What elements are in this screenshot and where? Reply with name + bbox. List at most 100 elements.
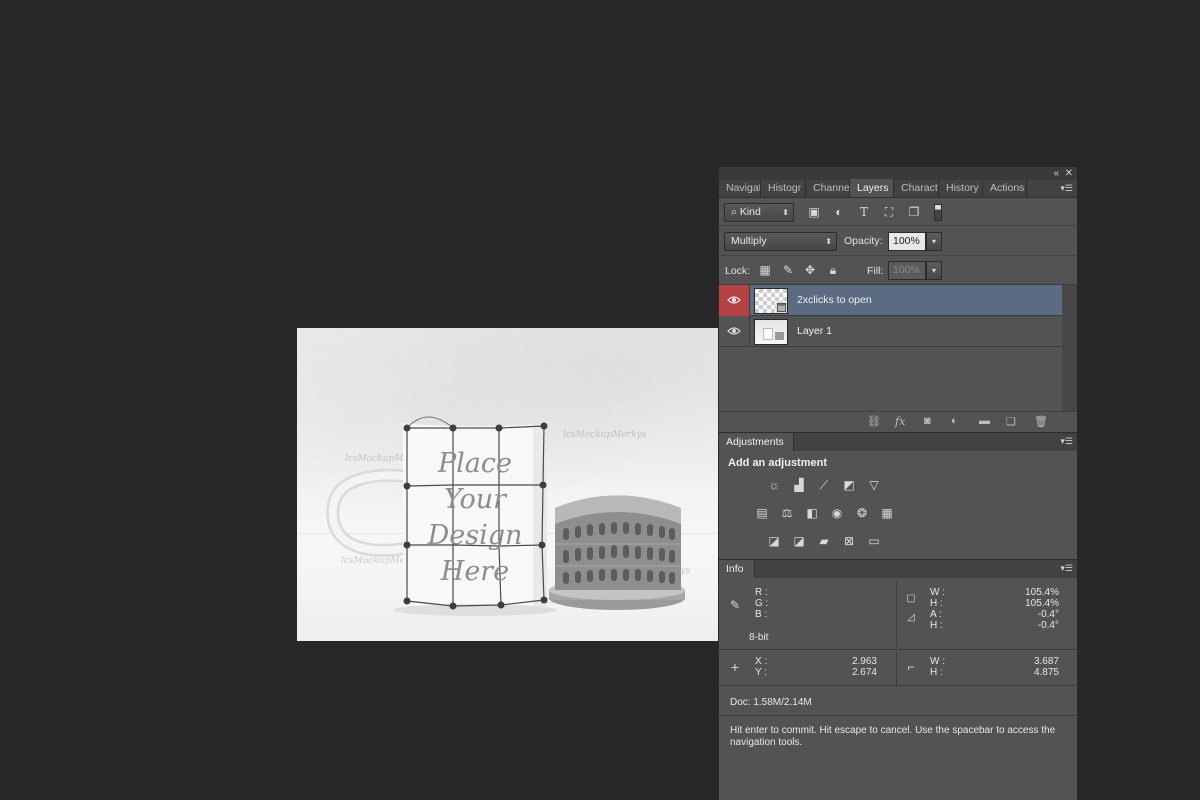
posterize-icon[interactable]: ◪ [791, 533, 807, 549]
delete-layer-icon[interactable]: 🗑︎ [1034, 415, 1048, 428]
thumbnail-mug [763, 328, 773, 340]
lock-position-icon[interactable]: ✥ [802, 262, 818, 278]
panel-menu-icon[interactable]: ▾☰ [1060, 436, 1073, 447]
channel-mixer-icon[interactable]: ❂ [854, 505, 870, 521]
layer-name[interactable]: Layer 1 [797, 325, 832, 337]
new-group-icon[interactable]: ▬ [979, 415, 990, 427]
transform-skew-label: H : [930, 620, 943, 631]
shape-filter-icon[interactable]: ⛶ [881, 204, 897, 220]
crosshair-icon: + [730, 659, 740, 675]
tab-history[interactable]: History [939, 179, 983, 197]
visibility-toggle[interactable] [719, 316, 750, 347]
tab-histogram[interactable]: Histogr [761, 179, 806, 197]
panel-menu-icon[interactable]: ▾☰ [1060, 563, 1073, 574]
selection-size-icon: ⌐ [907, 660, 915, 674]
transform-w-value: 105.4% [1025, 587, 1059, 598]
opacity-slider-button[interactable]: ▾ [926, 232, 942, 251]
rotate-icon: ◿ [907, 612, 915, 623]
tool-hint: Hit enter to commit. Hit escape to cance… [730, 725, 1056, 748]
smart-object-filter-icon[interactable]: ❐ [906, 204, 922, 220]
info-y-label: Y : [755, 667, 768, 678]
vibrance-icon[interactable]: ▽ [866, 477, 882, 493]
layer-row-smart-object[interactable]: ▤ 2xclicks to open [719, 285, 1063, 316]
panel-menu-icon[interactable]: ▾☰ [1060, 183, 1073, 194]
curves-icon[interactable]: ⟋ [816, 477, 832, 493]
threshold-icon[interactable]: ▰ [816, 533, 832, 549]
info-divider [896, 651, 897, 685]
layer-filter-row: ⌕ Kind ⬍ ▣ ◐ T ⛶ ❐ [719, 198, 1077, 226]
lock-transparent-pixels-icon[interactable]: ▦ [757, 262, 773, 278]
info-divider [719, 715, 1077, 716]
collapse-panels-icon[interactable]: « [1053, 167, 1059, 180]
levels-icon[interactable]: ▟ [791, 477, 807, 493]
fill-slider-button[interactable]: ▾ [926, 261, 942, 280]
visibility-toggle[interactable] [719, 285, 750, 316]
tab-layers[interactable]: Layers [850, 179, 894, 197]
eye-icon [727, 296, 741, 304]
tab-channels[interactable]: Channel [806, 179, 850, 197]
lock-image-pixels-icon[interactable]: ✎ [780, 262, 796, 278]
transform-angle-value: -0.4° [1037, 609, 1059, 620]
mockup-word: Here [440, 556, 510, 587]
smart-object-badge-icon: ▤ [776, 302, 787, 313]
filter-kind-dropdown[interactable]: ⌕ Kind ⬍ [724, 203, 794, 222]
type-filter-icon[interactable]: T [856, 204, 872, 220]
blend-mode-value: Multiply [731, 235, 767, 247]
adjustment-filter-icon[interactable]: ◐ [831, 204, 847, 220]
new-layer-icon[interactable]: ❏ [1006, 415, 1016, 428]
info-r-label: R : [755, 587, 768, 598]
mockup-word: Your [443, 484, 507, 515]
info-g-label: G : [755, 598, 769, 609]
tab-actions[interactable]: Actions [983, 179, 1027, 197]
info-w-value: 3.687 [1033, 656, 1059, 667]
fx-icon[interactable]: fx [895, 415, 905, 428]
opacity-label: Opacity: [844, 235, 883, 247]
lock-row: Lock: ▦ ✎ ✥ 🔒︎ Fill: 100% ▾ [719, 257, 1077, 285]
lock-all-icon[interactable]: 🔒︎ [825, 262, 841, 278]
exposure-icon[interactable]: ◩ [841, 477, 857, 493]
info-divider [896, 581, 897, 647]
layers-scrollbar[interactable] [1062, 285, 1077, 411]
transform-w-label: W : [930, 587, 945, 598]
info-h-label: H : [930, 667, 943, 678]
document-canvas[interactable]: lcsMockupMerkys lcsMockupMerkys lcsMocku… [297, 328, 718, 641]
black-white-icon[interactable]: ◧ [804, 505, 820, 521]
color-balance-icon[interactable]: ⚖ [779, 505, 795, 521]
layer-thumbnail: ▤ [754, 288, 788, 314]
scale-icon: ▢ [906, 593, 916, 604]
panel-dock: « ✕ Navigat Histogr Channel Layers Chara… [718, 167, 1077, 800]
info-divider [719, 685, 1077, 686]
layer-name[interactable]: 2xclicks to open [797, 294, 872, 306]
blend-mode-dropdown[interactable]: Multiply ⬍ [724, 232, 837, 251]
add-mask-icon[interactable]: ◙ [924, 415, 931, 427]
tab-character[interactable]: Characte [894, 179, 939, 197]
info-divider [719, 649, 1077, 650]
tab-adjustments[interactable]: Adjustments [719, 433, 794, 451]
brightness-contrast-icon[interactable]: ☼ [766, 477, 782, 493]
gradient-map-icon[interactable]: ▭ [866, 533, 882, 549]
hue-saturation-icon[interactable]: ▤ [754, 505, 770, 521]
invert-icon[interactable]: ◪ [766, 533, 782, 549]
layers-tab-group: Navigat Histogr Channel Layers Characte … [719, 179, 1077, 198]
pixel-filter-icon[interactable]: ▣ [806, 204, 822, 220]
layers-footer: ⛓ fx ◙ ◐ ▬ ❏ 🗑︎ [719, 411, 1077, 431]
link-layers-icon[interactable]: ⛓ [867, 415, 881, 428]
color-lookup-icon[interactable]: ▦ [879, 505, 895, 521]
eyedropper-icon: ✎ [729, 598, 741, 612]
filter-toggle-switch[interactable] [934, 204, 942, 221]
fill-input[interactable]: 100% [888, 261, 926, 280]
selective-color-icon[interactable]: ⊠ [841, 533, 857, 549]
close-icon[interactable]: ✕ [1065, 167, 1073, 180]
tab-info[interactable]: Info [719, 560, 755, 578]
opacity-input[interactable]: 100% [888, 232, 926, 251]
adjustments-subtitle: Add an adjustment [728, 457, 828, 469]
info-b-label: B : [755, 609, 768, 620]
tab-navigator[interactable]: Navigat [719, 179, 761, 197]
mockup-placeholder-text: Place Your Design Here [409, 446, 541, 590]
layer-row-layer-1[interactable]: Layer 1 [719, 316, 1063, 347]
photo-filter-icon[interactable]: ◉ [829, 505, 845, 521]
blend-row: Multiply ⬍ Opacity: 100% ▾ [719, 227, 1077, 256]
doc-size: Doc: 1.58M/2.14M [730, 697, 812, 708]
new-adjustment-icon[interactable]: ◐ [951, 415, 958, 427]
updown-arrow-icon: ⬍ [782, 208, 789, 217]
